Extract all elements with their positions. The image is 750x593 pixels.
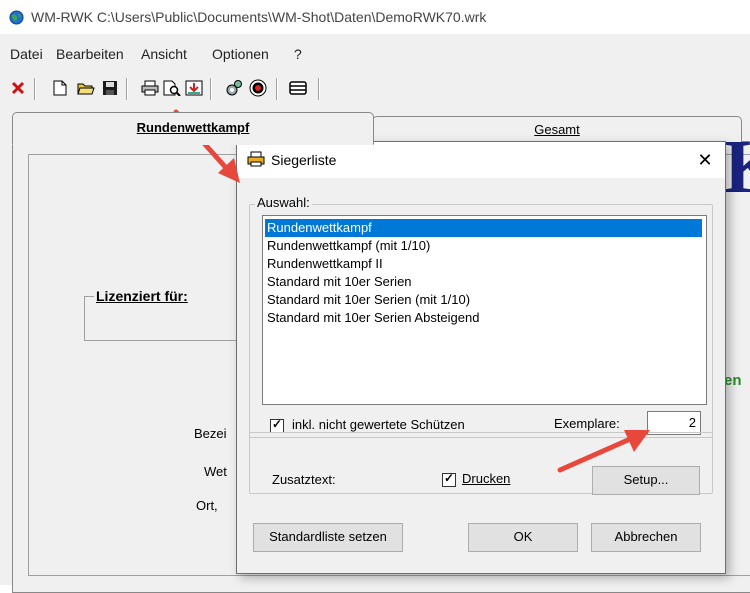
tab-rundenwettkampf[interactable]: Rundenwettkampf — [12, 112, 374, 145]
annotation-arrows — [173, 109, 650, 473]
arrow-annotation-bottom — [557, 430, 650, 473]
